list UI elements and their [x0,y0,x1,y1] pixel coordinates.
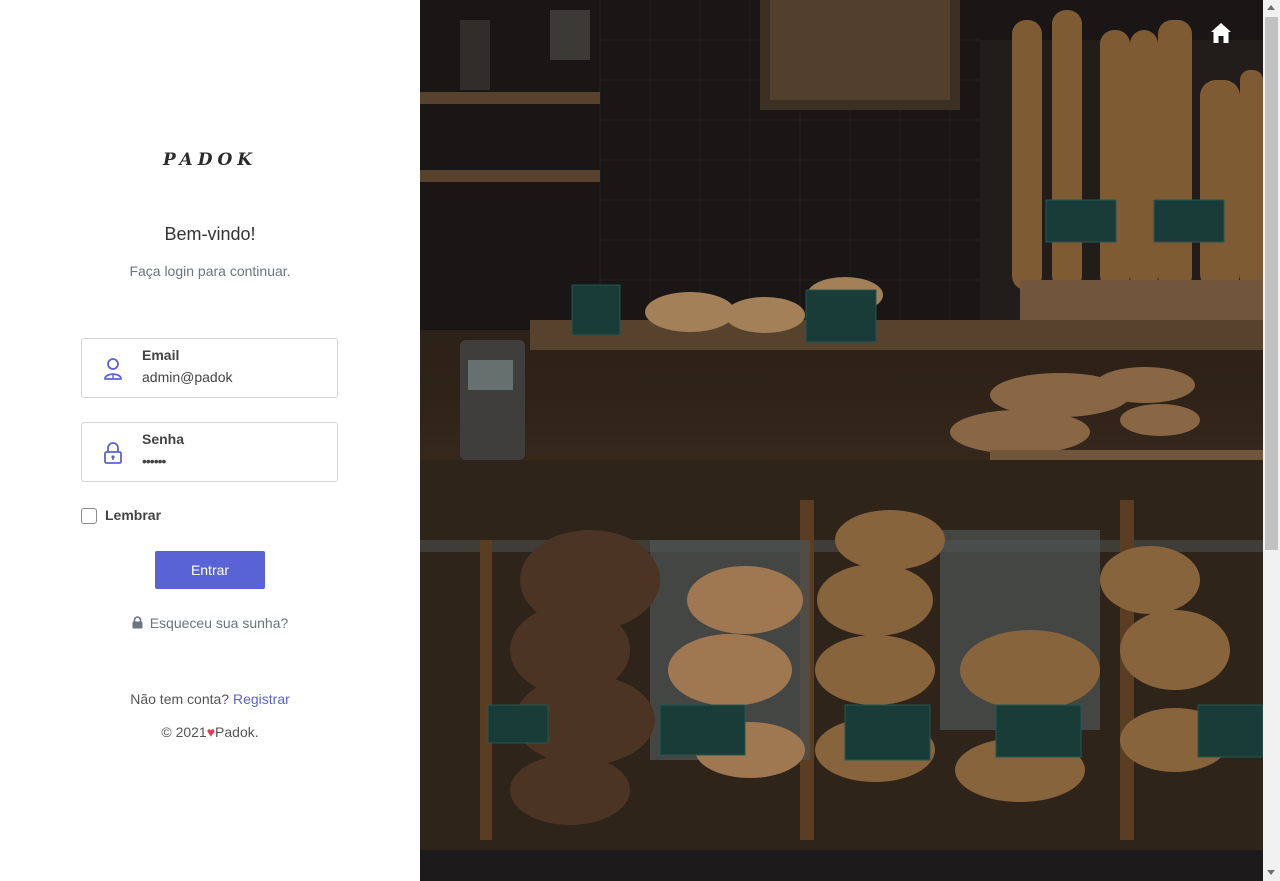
signup-line: Não tem conta? Registrar [0,691,420,707]
scroll-up-arrow[interactable] [1267,5,1275,10]
heart-icon: ♥ [206,724,216,740]
lock-icon [132,616,143,632]
register-link[interactable]: Registrar [233,691,290,707]
lock-icon [102,441,124,465]
padok-logo: PADOK [162,150,258,170]
hero-image [420,0,1263,881]
home-icon[interactable] [1209,21,1233,45]
user-icon [102,357,124,381]
login-panel: PADOK Bem-vindo! Faça login para continu… [0,0,420,881]
login-button[interactable]: Entrar [155,551,265,589]
signup-prompt: Não tem conta? [130,691,230,707]
password-label: Senha [142,431,185,447]
scroll-down-arrow[interactable] [1267,870,1275,875]
welcome-subtitle: Faça login para continuar. [129,263,291,279]
bakery-photo [420,0,1263,881]
forgot-password-link[interactable]: Esqueceu sua sunha? [150,615,289,631]
email-field[interactable]: Email [81,338,338,398]
forgot-password: Esqueceu sua sunha? [0,615,420,632]
footer-copyright: © 2021 [161,724,207,740]
password-field[interactable]: Senha [81,422,338,482]
password-input[interactable] [142,453,327,469]
welcome-title: Bem-vindo! [164,224,256,244]
email-label: Email [142,347,180,363]
email-input[interactable] [142,369,327,385]
footer: © 2021♥Padok. [0,724,420,740]
remember-checkbox[interactable] [81,508,97,524]
remember-label[interactable]: Lembrar [105,507,161,523]
page-scrollbar[interactable] [1263,0,1280,881]
scroll-thumb[interactable] [1265,17,1278,550]
footer-brand: Padok. [215,724,259,740]
